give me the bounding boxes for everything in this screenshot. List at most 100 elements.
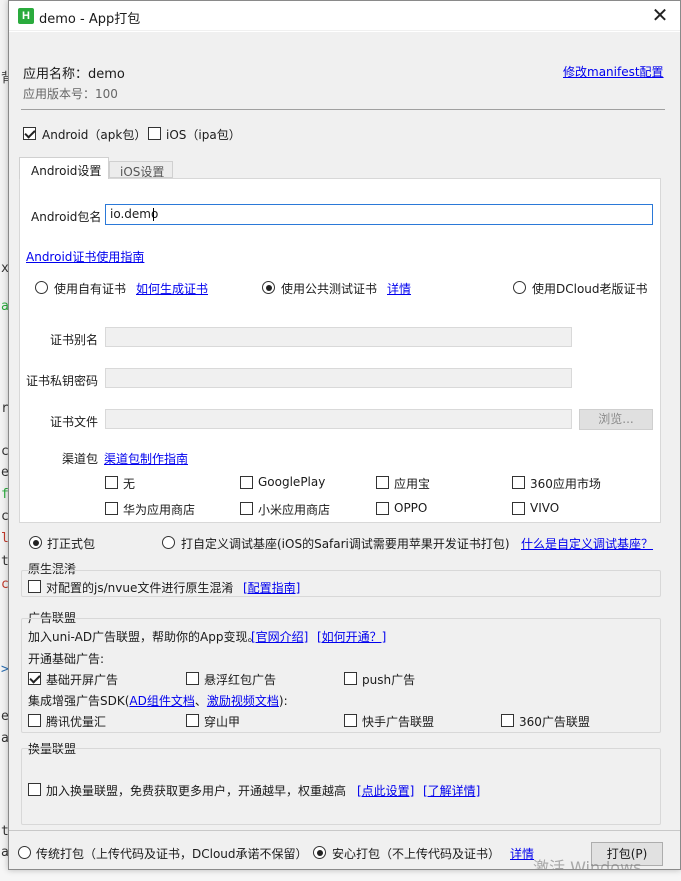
channel-checkbox[interactable] xyxy=(512,502,525,515)
cert-public-label: 使用公共测试证书 xyxy=(281,282,378,296)
window-title: demo - App打包 xyxy=(39,12,141,27)
ads-enhanced-sep: 、 xyxy=(194,694,207,708)
ads-enhanced-suffix: ): xyxy=(278,694,288,708)
exchange-settings-link[interactable]: [点此设置] xyxy=(357,782,414,799)
ad-basic-checkbox[interactable] xyxy=(344,672,357,685)
ad-sdk-label-text: 360广告联盟 xyxy=(519,715,590,729)
obfuscation-checkbox[interactable] xyxy=(28,580,41,593)
secure-pack-detail-link[interactable]: 详情 xyxy=(510,845,534,862)
close-button[interactable]: ✕ xyxy=(649,4,671,26)
ad-basic-label-text: push广告 xyxy=(362,673,416,687)
ad-sdk-checkbox[interactable] xyxy=(501,714,514,727)
channel-checkbox[interactable] xyxy=(240,476,253,489)
package-name-label: Android包名 xyxy=(31,210,102,224)
ad-component-doc-link[interactable]: AD组件文档 xyxy=(129,694,194,708)
cert-public-radio[interactable] xyxy=(262,281,275,294)
build-custom-label: 打自定义调试基座(iOS的Safari调试需要用苹果开发证书打包) xyxy=(181,537,510,551)
channel-checkbox[interactable] xyxy=(512,476,525,489)
cert-file-input[interactable] xyxy=(105,409,572,429)
channel-checkbox[interactable] xyxy=(376,476,389,489)
ads-enhanced-label: 集成增强广告SDK(AD组件文档、激励视频文档): xyxy=(28,692,288,709)
channel-checkbox[interactable] xyxy=(105,502,118,515)
ads-howto-link[interactable]: [如何开通？] xyxy=(317,628,386,645)
edit-manifest-link[interactable]: 修改manifest配置 xyxy=(563,63,664,80)
secure-pack-radio[interactable] xyxy=(313,846,326,859)
app-version: 应用版本号：100 xyxy=(23,87,118,101)
android-checkbox[interactable] xyxy=(23,127,36,140)
ad-basic-checkbox[interactable] xyxy=(186,672,199,685)
traditional-pack-radio[interactable] xyxy=(18,846,31,859)
cert-keypass-input[interactable] xyxy=(105,368,572,388)
text-cursor xyxy=(153,208,154,221)
cert-dcloud-radio[interactable] xyxy=(513,281,526,294)
channel-label-text: 360应用市场 xyxy=(530,477,601,491)
tab-android-label: Android设置 xyxy=(31,164,102,178)
cert-file-label: 证书文件 xyxy=(50,415,99,429)
channel-label: 渠道包 xyxy=(62,452,99,466)
pack-dialog: H demo - App打包 ✕ 应用名称：demo 应用版本号：100 修改m… xyxy=(8,0,681,870)
build-formal-label: 打正式包 xyxy=(47,537,96,551)
custom-base-link[interactable]: 什么是自定义调试基座？ xyxy=(521,535,653,552)
ad-sdk-checkbox[interactable] xyxy=(28,714,41,727)
channel-label-text: GooglePlay xyxy=(258,475,326,489)
windows-activation-watermark: 激活 Windows xyxy=(533,858,642,870)
ads-basic-label: 开通基础广告: xyxy=(28,652,105,666)
title-bar: H demo - App打包 ✕ xyxy=(9,1,680,31)
android-cert-guide-link[interactable]: Android证书使用指南 xyxy=(26,248,144,265)
channel-label-text: 无 xyxy=(123,477,136,491)
cert-alias-label: 证书别名 xyxy=(50,333,99,347)
package-name-input[interactable]: io.demo xyxy=(105,204,653,225)
tab-android[interactable]: Android设置 xyxy=(19,157,109,179)
channel-checkbox[interactable] xyxy=(105,476,118,489)
exchange-label: 加入换量联盟，免费获取更多用户，开通越早，权重越高 xyxy=(46,784,347,798)
channel-label-text: 华为应用商店 xyxy=(123,503,196,517)
ads-intro: 加入uni-AD广告联盟，帮助你的App变现。 xyxy=(28,630,260,644)
browse-button[interactable]: 浏览... xyxy=(579,409,653,430)
cert-keypass-label: 证书私钥密码 xyxy=(26,374,99,388)
exchange-checkbox[interactable] xyxy=(28,783,41,796)
how-generate-cert-link[interactable]: 如何生成证书 xyxy=(136,280,208,297)
tab-ios[interactable]: iOS设置 xyxy=(109,161,173,179)
channel-checkbox[interactable] xyxy=(240,502,253,515)
build-formal-radio[interactable] xyxy=(29,536,42,549)
channel-label-text: 小米应用商店 xyxy=(258,503,331,517)
ad-sdk-label-text: 穿山甲 xyxy=(204,715,241,729)
ad-sdk-label-text: 快手广告联盟 xyxy=(362,715,435,729)
android-settings-panel xyxy=(19,178,661,523)
cert-alias-input[interactable] xyxy=(105,327,572,347)
traditional-pack-label: 传统打包（上传代码及证书，DCloud承诺不保留） xyxy=(36,847,308,861)
ad-sdk-checkbox[interactable] xyxy=(344,714,357,727)
android-label: Android（apk包） xyxy=(42,128,147,142)
app-name: 应用名称：demo xyxy=(23,67,125,82)
ad-basic-checkbox[interactable] xyxy=(28,672,41,685)
hbuilder-icon: H xyxy=(18,8,34,24)
close-icon: ✕ xyxy=(651,3,669,27)
ad-sdk-checkbox[interactable] xyxy=(186,714,199,727)
channel-label-text: VIVO xyxy=(530,501,560,515)
package-name-value: io.demo xyxy=(110,207,159,221)
cert-dcloud-label: 使用DCloud老版证书 xyxy=(532,282,648,296)
channel-checkbox[interactable] xyxy=(376,502,389,515)
channel-guide-link[interactable]: 渠道包制作指南 xyxy=(104,450,188,467)
footer-divider xyxy=(9,830,680,831)
secure-pack-label: 安心打包（不上传代码及证书） xyxy=(332,847,501,861)
header-divider xyxy=(21,109,665,110)
cert-own-label: 使用自有证书 xyxy=(54,282,127,296)
build-custom-radio[interactable] xyxy=(162,536,175,549)
ios-label: iOS（ipa包） xyxy=(166,128,241,142)
cert-own-radio[interactable] xyxy=(35,281,48,294)
ads-intro-link[interactable]: [官网介绍] xyxy=(251,628,308,645)
ad-basic-label-text: 悬浮红包广告 xyxy=(204,673,277,687)
ads-enhanced-prefix: 集成增强广告SDK( xyxy=(28,694,130,708)
exchange-detail-link[interactable]: [了解详情] xyxy=(423,782,480,799)
obfuscation-guide-link[interactable]: [配置指南] xyxy=(243,579,300,596)
cert-detail-link[interactable]: 详情 xyxy=(387,280,411,297)
channel-label-text: OPPO xyxy=(394,501,428,515)
ad-basic-label-text: 基础开屏广告 xyxy=(46,673,119,687)
channel-label-text: 应用宝 xyxy=(394,477,431,491)
dialog-content: 应用名称：demo 应用版本号：100 修改manifest配置 Android… xyxy=(9,32,680,870)
reward-video-doc-link[interactable]: 激励视频文档 xyxy=(207,694,279,708)
ios-checkbox[interactable] xyxy=(148,127,161,140)
ad-sdk-label-text: 腾讯优量汇 xyxy=(46,715,107,729)
obfuscation-label: 对配置的js/nvue文件进行原生混淆 xyxy=(46,581,234,595)
